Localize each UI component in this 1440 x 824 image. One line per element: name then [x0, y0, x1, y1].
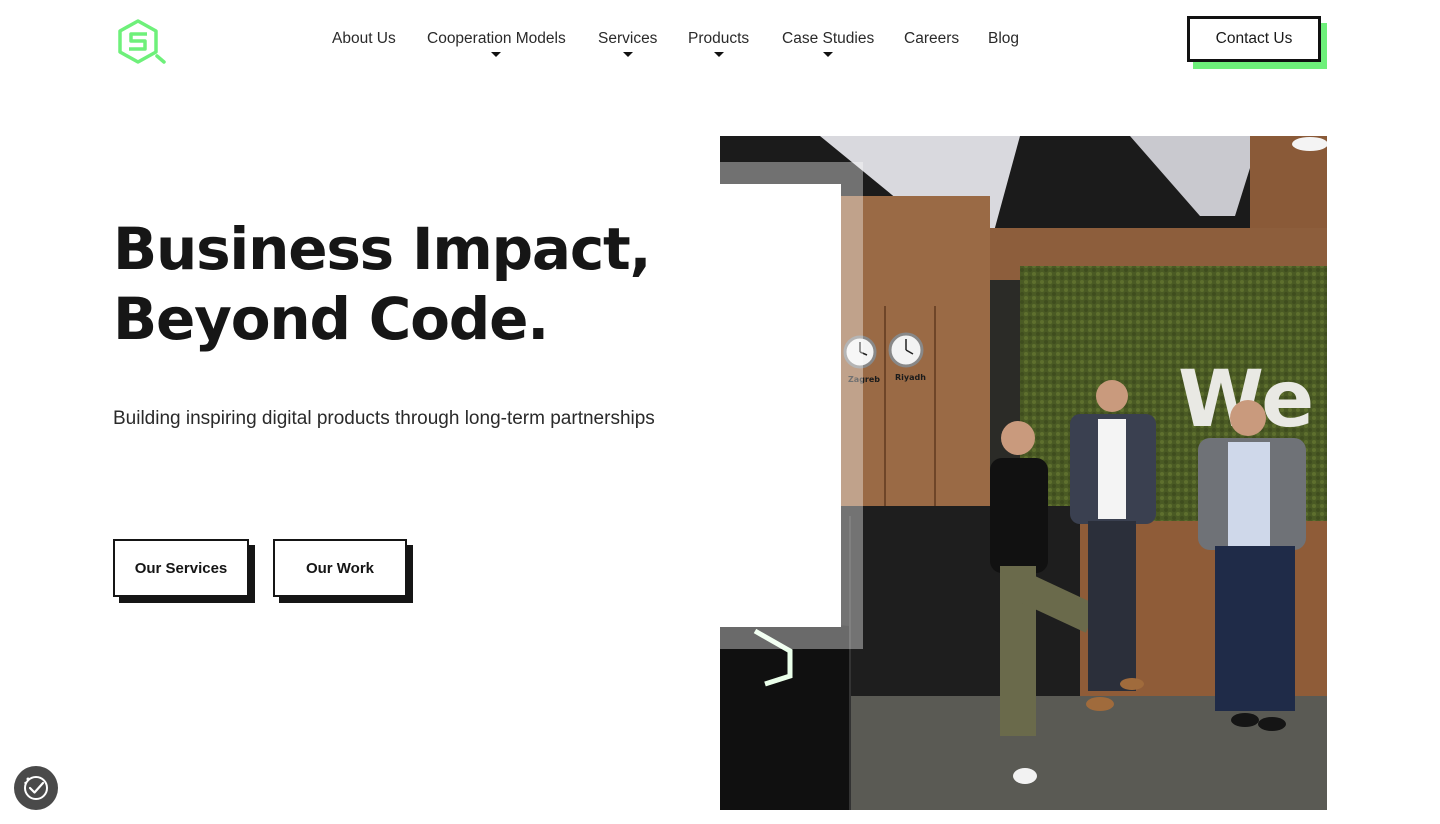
photo-overlay-panel — [720, 184, 841, 627]
nav-item-label: Case Studies — [782, 30, 875, 47]
hero-title-line-2: Beyond Code. — [113, 285, 549, 353]
caret-down-icon — [491, 52, 502, 57]
caret-down-icon — [622, 52, 633, 57]
our-work-button[interactable]: Our Work — [273, 539, 407, 597]
clock-label-riyadh: Riyadh — [895, 373, 926, 382]
nav-item-products[interactable]: Products — [688, 28, 750, 57]
nav-item-label: About Us — [332, 30, 396, 47]
nav-item-case-studies[interactable]: Case Studies — [782, 28, 875, 57]
contact-us-button[interactable]: Contact Us — [1187, 16, 1321, 62]
nav-item-label: Careers — [904, 30, 960, 47]
hero-subtitle: Building inspiring digital products thro… — [113, 408, 655, 429]
cookie-settings-check-icon — [24, 776, 48, 800]
nav-item-label: Cooperation Models — [427, 30, 566, 47]
hero-title-line-1: Business Impact, — [113, 215, 652, 283]
nav-item-about-us[interactable]: About Us — [332, 28, 396, 52]
caret-down-icon — [713, 52, 724, 57]
cookie-settings-button[interactable] — [14, 766, 58, 810]
nav-item-services[interactable]: Services — [598, 28, 658, 57]
nav-item-cooperation-models[interactable]: Cooperation Models — [427, 28, 566, 57]
hero-title: Business Impact, Beyond Code. — [113, 214, 713, 354]
our-work-button-wrap: Our Work — [273, 539, 413, 603]
our-services-button[interactable]: Our Services — [113, 539, 249, 597]
nav-item-blog[interactable]: Blog — [988, 28, 1019, 52]
nav-item-label: Services — [598, 30, 658, 47]
nav-item-careers[interactable]: Careers — [904, 28, 959, 52]
nav-item-label: Blog — [988, 30, 1020, 47]
contact-us-button-wrap: Contact Us — [1187, 16, 1327, 69]
nav-item-label: Products — [688, 30, 750, 47]
our-services-button-wrap: Our Services — [113, 539, 255, 603]
caret-down-icon — [823, 52, 834, 57]
